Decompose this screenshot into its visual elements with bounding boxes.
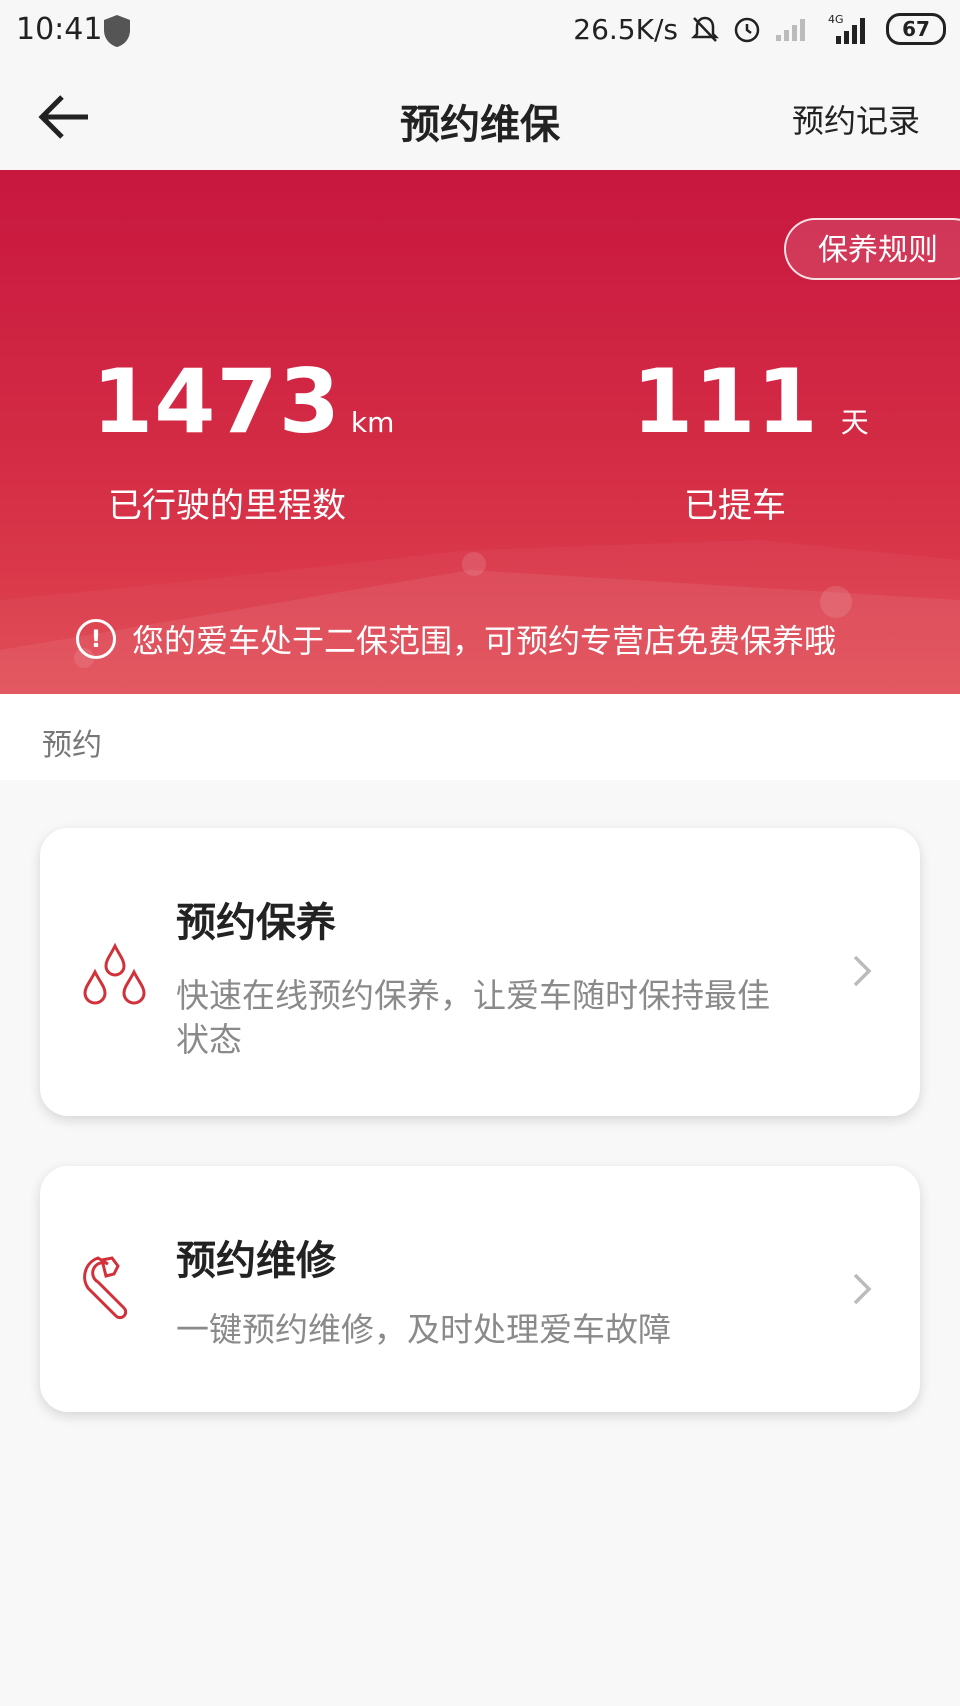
- mileage-value: 1473: [92, 350, 341, 453]
- nav-bar: 预约维保 预约记录: [0, 62, 960, 170]
- card-description: 一键预约维修，及时处理爱车故障: [176, 1310, 671, 1349]
- net-speed: 26.5K/s: [573, 12, 678, 46]
- oil-drops-icon: [83, 942, 146, 1005]
- card-title: 预约维修: [176, 1238, 336, 1284]
- book-repair-card[interactable]: 预约维修 一键预约维修，及时处理爱车故障: [40, 1166, 920, 1412]
- days-value: 111: [632, 350, 819, 453]
- wrench-icon: [83, 1256, 128, 1320]
- signal-4g-icon: 4G: [828, 13, 865, 44]
- shield-icon: [104, 15, 130, 47]
- mileage-stat: 1473 km: [92, 350, 394, 453]
- card-description: 快速在线预约保养，让爱车随时保持最佳状态: [176, 976, 770, 1059]
- signal-weak-icon: [776, 19, 805, 41]
- alert-icon: !: [76, 619, 116, 659]
- status-bar: 10:41 26.5K/s 4G 67: [0, 0, 960, 62]
- days-stat: 111 天: [632, 350, 869, 453]
- maintenance-notice: ! 您的爱车处于二保范围，可预约专营店免费保养哦: [76, 616, 836, 662]
- section-title: 预约: [42, 728, 102, 763]
- book-maintenance-card[interactable]: 预约保养 快速在线预约保养，让爱车随时保持最佳状态: [40, 828, 920, 1116]
- hero-banner: 保养规则 1473 km 已行驶的里程数 111 天 已提车 ! 您的爱车处于二保范…: [0, 170, 960, 694]
- notice-text: 您的爱车处于二保范围，可预约专营店免费保养哦: [132, 622, 837, 660]
- chevron-right-icon: [853, 1273, 872, 1305]
- days-label: 已提车: [684, 486, 786, 526]
- mute-icon: [690, 16, 720, 42]
- status-time: 10:41: [16, 12, 103, 47]
- maintenance-rules-button[interactable]: 保养规则: [784, 218, 960, 280]
- chevron-right-icon: [853, 955, 872, 987]
- section-header: 预约: [0, 694, 960, 780]
- status-icons: 26.5K/s 4G 67: [573, 12, 946, 46]
- card-title: 预约保养: [176, 900, 336, 946]
- battery-icon: 67: [886, 13, 946, 45]
- mileage-unit: km: [350, 406, 395, 439]
- mileage-label: 已行驶的里程数: [108, 486, 346, 526]
- booking-records-link[interactable]: 预约记录: [792, 96, 920, 142]
- days-unit: 天: [840, 406, 869, 439]
- alarm-icon: [734, 17, 760, 43]
- svg-text:4G: 4G: [828, 13, 844, 26]
